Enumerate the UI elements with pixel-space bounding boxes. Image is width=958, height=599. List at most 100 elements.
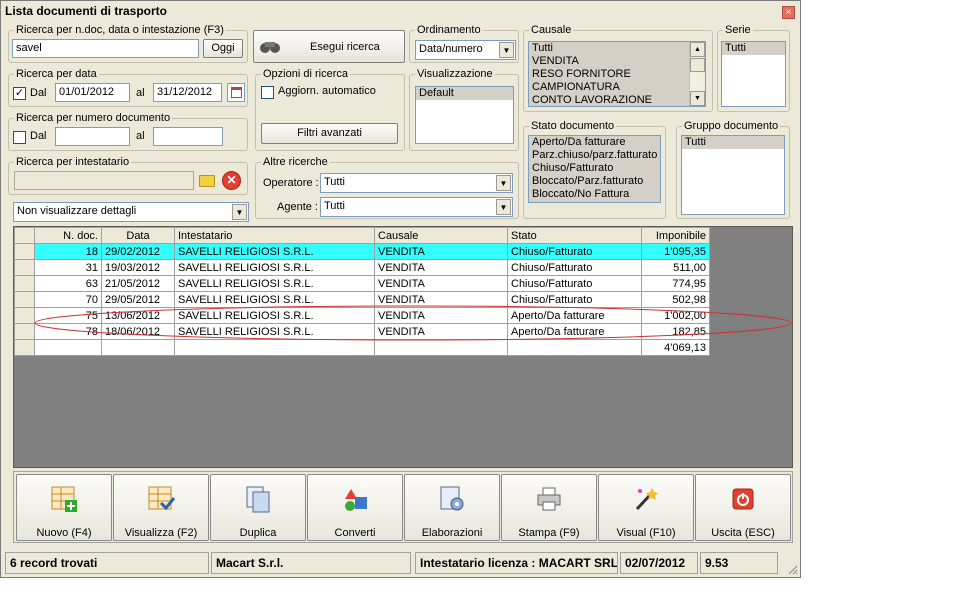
date-to-input[interactable]: 31/12/2012 (153, 83, 222, 102)
table-header: N. doc. Data Intestatario Causale Stato … (14, 227, 710, 244)
operator-label: Operatore : (263, 177, 319, 189)
close-icon[interactable]: × (782, 6, 795, 19)
doc-state-item[interactable]: Bloccato/No Fattura (529, 188, 660, 201)
doc-group-item[interactable]: Tutti (682, 136, 784, 149)
doc-search-input[interactable]: savel (12, 39, 199, 58)
table-row[interactable]: 18 29/02/2012 SAVELLI RELIGIOSI S.R.L. V… (14, 243, 710, 260)
col-date[interactable]: Data (101, 227, 175, 244)
number-to-input[interactable] (153, 127, 223, 146)
auto-update-checkbox[interactable] (261, 86, 274, 99)
new-button[interactable]: Nuovo (F4) (16, 474, 112, 541)
causale-item[interactable]: Tutti (529, 42, 705, 55)
col-ndoc[interactable]: N. doc. (34, 227, 102, 244)
cell-state: Chiuso/Fatturato (507, 275, 642, 292)
date-search-legend: Ricerca per data (14, 68, 99, 80)
causale-item[interactable]: CAMPIONATURA (529, 81, 705, 94)
causale-item[interactable]: VENDITA (529, 55, 705, 68)
doc-state-item[interactable]: Bloccato/Parz.fatturato (529, 175, 660, 188)
auto-update-label: Aggiorn. automatico (278, 85, 376, 97)
scroll-down-icon[interactable]: ▼ (690, 91, 705, 106)
window-title: Lista documenti di trasporto (1, 1, 800, 21)
status-date: 02/07/2012 (620, 552, 698, 574)
execute-search-button[interactable]: Esegui ricerca (253, 30, 405, 63)
cell-ndoc: 31 (34, 259, 102, 276)
doc-state-item[interactable]: Parz.chiuso/parz.fatturato (529, 149, 660, 162)
today-button[interactable]: Oggi (203, 39, 243, 58)
results-grid[interactable]: N. doc. Data Intestatario Causale Stato … (13, 226, 793, 468)
col-holder[interactable]: Intestatario (174, 227, 375, 244)
action-toolbar: Nuovo (F4) Visualizza (F2) Duplica Conve… (13, 471, 793, 543)
agent-label: Agente : (277, 201, 318, 213)
holder-input[interactable] (14, 171, 194, 190)
doc-search-legend: Ricerca per n.doc, data o intestazione (… (14, 24, 226, 36)
print-button[interactable]: Stampa (F9) (501, 474, 597, 541)
chevron-down-icon[interactable]: ▼ (496, 199, 511, 215)
cell-holder: SAVELLI RELIGIOSI S.R.L. (174, 243, 375, 260)
clear-icon[interactable]: ✕ (222, 171, 241, 190)
chevron-down-icon[interactable]: ▼ (496, 175, 511, 191)
processing-button[interactable]: Elaborazioni (404, 474, 500, 541)
serie-list[interactable]: Tutti (721, 41, 786, 107)
serie-item[interactable]: Tutti (722, 42, 785, 55)
doc-group-list[interactable]: Tutti (681, 135, 785, 215)
magic-wand-icon (632, 485, 660, 513)
row-selector[interactable] (14, 275, 35, 292)
view-button[interactable]: Visualizza (F2) (113, 474, 209, 541)
doc-state-list[interactable]: Aperto/Da fatturare Parz.chiuso/parz.fat… (528, 135, 661, 203)
printer-icon (535, 485, 563, 513)
visual-button[interactable]: Visual (F10) (598, 474, 694, 541)
holder-search-legend: Ricerca per intestatario (14, 156, 132, 168)
new-doc-icon (50, 485, 78, 513)
causale-scrollbar[interactable]: ▲ ▼ (689, 42, 705, 106)
agent-value: Tutti (324, 200, 345, 212)
convert-button[interactable]: Converti (307, 474, 403, 541)
doc-state-item[interactable]: Aperto/Da fatturare (529, 136, 660, 149)
exit-button[interactable]: Uscita (ESC) (695, 474, 791, 541)
agent-select[interactable]: Tutti ▼ (320, 197, 513, 217)
status-company: Macart S.r.l. (211, 552, 411, 574)
visualization-item[interactable]: Default (416, 87, 513, 100)
annotation-ellipse (34, 305, 792, 341)
binoculars-icon (260, 42, 280, 53)
details-select[interactable]: Non visualizzare dettagli ▼ (13, 202, 249, 222)
chevron-down-icon[interactable]: ▼ (499, 42, 514, 58)
causale-list[interactable]: Tutti VENDITA RESO FORNITORE CAMPIONATUR… (528, 41, 706, 107)
table-row[interactable]: 63 21/05/2012 SAVELLI RELIGIOSI S.R.L. V… (14, 275, 710, 292)
number-from-input[interactable] (55, 127, 130, 146)
cell-state: Chiuso/Fatturato (507, 259, 642, 276)
col-causale[interactable]: Causale (374, 227, 508, 244)
ordering-legend: Ordinamento (415, 24, 483, 36)
date-from-input[interactable]: 01/01/2012 (55, 83, 130, 102)
number-from-checkbox[interactable] (13, 131, 26, 144)
resize-grip-icon[interactable] (786, 563, 798, 575)
calendar-icon[interactable] (227, 83, 245, 102)
scroll-thumb[interactable] (690, 58, 705, 72)
serie-legend: Serie (723, 24, 753, 36)
date-from-checkbox[interactable]: ✓ (13, 87, 26, 100)
row-selector[interactable] (14, 259, 35, 276)
cell-holder: SAVELLI RELIGIOSI S.R.L. (174, 275, 375, 292)
causale-item[interactable]: RESO FORNITORE (529, 68, 705, 81)
row-selector-header (14, 227, 35, 244)
table-row[interactable]: 31 19/03/2012 SAVELLI RELIGIOSI S.R.L. V… (14, 259, 710, 276)
row-selector[interactable] (14, 243, 35, 260)
convert-label: Converti (334, 527, 376, 539)
scroll-up-icon[interactable]: ▲ (690, 42, 705, 57)
cell-causale: VENDITA (374, 275, 508, 292)
advanced-filters-button[interactable]: Filtri avanzati (261, 123, 398, 144)
causale-legend: Causale (529, 24, 574, 36)
operator-select[interactable]: Tutti ▼ (320, 173, 513, 193)
number-to-label: al (136, 130, 145, 142)
convert-icon (341, 485, 369, 513)
print-label: Stampa (F9) (518, 527, 580, 539)
duplicate-button[interactable]: Duplica (210, 474, 306, 541)
date-from-label: Dal (30, 87, 47, 99)
col-state[interactable]: Stato (507, 227, 642, 244)
doc-state-item[interactable]: Chiuso/Fatturato (529, 162, 660, 175)
ordering-select[interactable]: Data/numero ▼ (415, 40, 516, 60)
causale-item[interactable]: CONTO LAVORAZIONE (529, 94, 705, 106)
col-amount[interactable]: Imponibile (641, 227, 710, 244)
folder-icon[interactable] (198, 171, 217, 190)
chevron-down-icon[interactable]: ▼ (232, 204, 247, 220)
visualization-list[interactable]: Default (415, 86, 514, 144)
